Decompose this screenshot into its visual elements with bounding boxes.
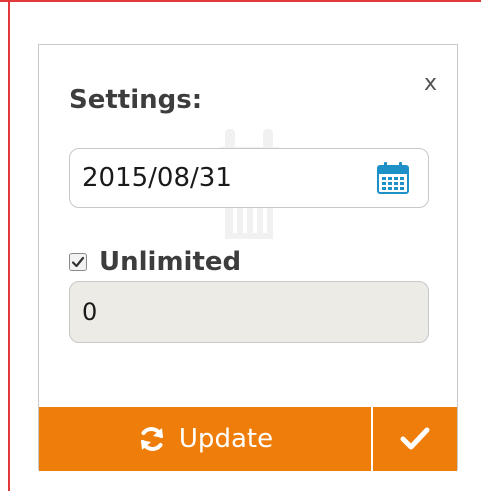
- calendar-icon[interactable]: [376, 161, 410, 195]
- frame-left-border: [8, 0, 10, 491]
- frame-top-border: [0, 0, 481, 2]
- checkmark-small-icon: [71, 256, 85, 268]
- update-button[interactable]: Update: [39, 407, 371, 471]
- checkmark-icon: [400, 427, 430, 450]
- date-field[interactable]: 2015/08/31: [69, 148, 429, 208]
- close-button[interactable]: x: [424, 73, 437, 95]
- unlimited-option: Unlimited: [69, 245, 241, 279]
- unlimited-checkbox[interactable]: [69, 253, 87, 271]
- dialog-title: Settings:: [69, 85, 203, 115]
- settings-dialog: x Settings: 2015/08/31 Unlimited 0 Updat…: [38, 44, 458, 471]
- dialog-footer: Update: [39, 407, 457, 471]
- quantity-value: 0: [82, 298, 98, 326]
- confirm-button[interactable]: [373, 407, 457, 471]
- unlimited-label[interactable]: Unlimited: [99, 247, 241, 277]
- refresh-icon: [140, 427, 163, 451]
- update-label: Update: [178, 424, 274, 454]
- quantity-field: 0: [69, 281, 429, 343]
- date-value: 2015/08/31: [82, 163, 232, 193]
